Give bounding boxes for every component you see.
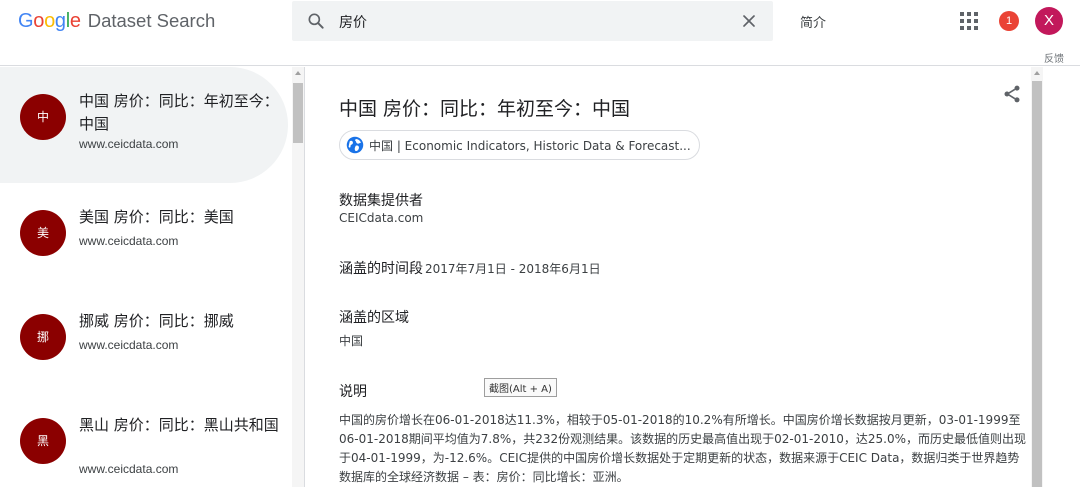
share-icon[interactable]	[1002, 84, 1022, 104]
detail-scrollbar[interactable]	[1031, 67, 1043, 487]
result-domain: www.ceicdata.com	[79, 234, 179, 248]
apps-grid-icon[interactable]	[960, 12, 978, 30]
logo-letter-2: o	[44, 10, 55, 32]
results-scrollbar[interactable]	[292, 67, 304, 487]
period-value: 2017年7月1日 - 2018年6月1日	[425, 262, 601, 276]
result-title: 美国 房价：同比：美国	[79, 208, 234, 226]
search-icon[interactable]	[306, 11, 326, 31]
period-row: 涵盖的时间段 2017年7月1日 - 2018年6月1日	[339, 258, 601, 278]
logo-letter-0: G	[18, 10, 34, 32]
result-badge: 黑	[20, 418, 66, 464]
source-chip[interactable]: 中国 | Economic Indicators, Historic Data …	[339, 130, 700, 160]
result-domain: www.ceicdata.com	[79, 462, 179, 476]
search-box[interactable]: 房价	[292, 1, 773, 41]
product-name: Dataset Search	[87, 10, 216, 31]
results-scrollbar-thumb[interactable]	[293, 83, 303, 143]
result-domain: www.ceicdata.com	[79, 137, 179, 151]
description-label: 说明	[339, 384, 367, 400]
result-item-usa[interactable]: 美 美国 房价：同比：美国 www.ceicdata.com	[0, 185, 288, 285]
dataset-title: 中国 房价：同比：年初至今：中国	[339, 98, 631, 120]
result-title: 黑山 房价：同比：黑山共和国	[79, 416, 279, 434]
logo-letter-1: o	[33, 10, 45, 32]
logo-letter-5: e	[69, 10, 81, 32]
google-dataset-search-logo[interactable]: Google Dataset Search	[18, 10, 215, 34]
source-chip-label: 中国 | Economic Indicators, Historic Data …	[369, 138, 691, 153]
screenshot-tooltip: 截图(Alt + A)	[484, 378, 557, 397]
detail-scrollbar-thumb[interactable]	[1032, 81, 1042, 487]
logo-letter-3: g	[54, 10, 66, 32]
region-label: 涵盖的区域	[339, 310, 409, 326]
provider-label: 数据集提供者	[339, 193, 423, 209]
result-item-norway[interactable]: 挪 挪威 房价：同比：挪威 www.ceicdata.com	[0, 289, 288, 389]
region-value: 中国	[339, 334, 364, 348]
globe-icon	[346, 136, 364, 154]
about-link[interactable]: 简介	[800, 12, 826, 31]
feedback-link[interactable]: 反馈	[1044, 50, 1064, 65]
period-label: 涵盖的时间段	[339, 261, 423, 277]
provider-value: CEICdata.com	[339, 211, 424, 225]
search-input[interactable]: 房价	[339, 12, 367, 32]
result-badge: 挪	[20, 314, 66, 360]
results-list: 中 中国 房价：同比：年初至今：中国 www.ceicdata.com 美 美国…	[0, 67, 292, 487]
dataset-detail-panel: 中国 房价：同比：年初至今：中国 中国 | Economic Indicator…	[305, 67, 1030, 487]
top-bar: Google Dataset Search 房价 简介 1 X 反馈	[0, 0, 1080, 66]
notification-badge[interactable]: 1	[999, 11, 1019, 31]
scroll-up-arrow-icon[interactable]	[1034, 71, 1040, 75]
result-item-china[interactable]: 中 中国 房价：同比：年初至今：中国 www.ceicdata.com	[0, 67, 288, 183]
dataset-description: 中国的房价增长在06-01-2018达11.3%，相较于05-01-2018的1…	[339, 413, 1026, 484]
scroll-up-arrow-icon[interactable]	[295, 71, 301, 75]
account-avatar[interactable]: X	[1035, 7, 1063, 35]
result-badge: 中	[20, 94, 66, 140]
result-item-montenegro[interactable]: 黑 黑山 房价：同比：黑山共和国 www.ceicdata.com	[0, 393, 288, 487]
result-badge: 美	[20, 210, 66, 256]
result-title: 中国 房价：同比：年初至今：中国	[79, 92, 279, 133]
result-title: 挪威 房价：同比：挪威	[79, 312, 234, 330]
close-icon[interactable]	[739, 11, 759, 31]
result-domain: www.ceicdata.com	[79, 338, 179, 352]
